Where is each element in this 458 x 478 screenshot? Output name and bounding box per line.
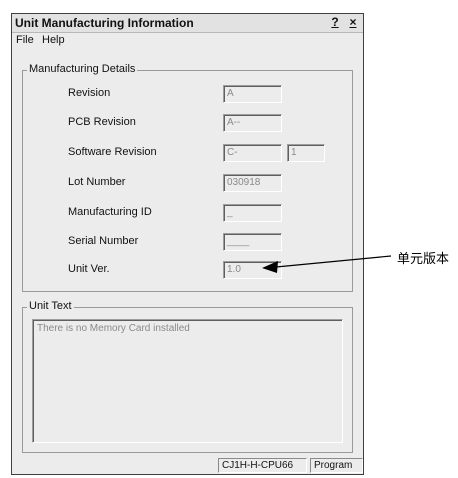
annotation-label: 单元版本 <box>397 251 450 266</box>
annotation-arrow <box>262 255 392 273</box>
